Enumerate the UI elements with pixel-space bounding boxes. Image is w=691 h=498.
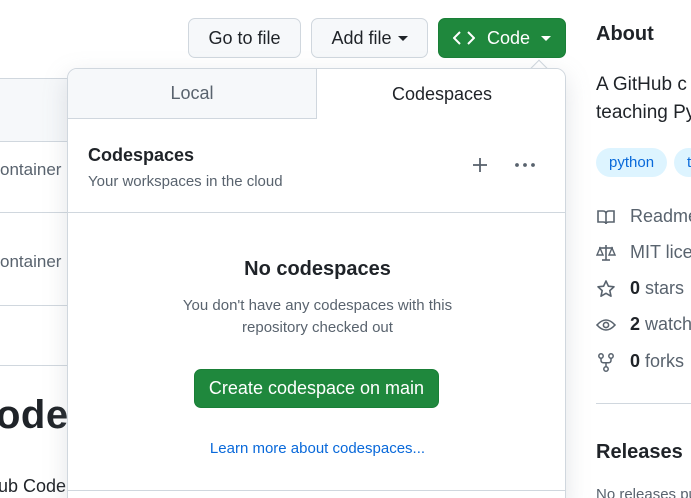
topic-tag[interactable]: t bbox=[674, 148, 691, 177]
tab-codespaces-label: Codespaces bbox=[391, 83, 493, 104]
learn-more-link[interactable]: Learn more about codespaces... bbox=[68, 440, 565, 457]
add-file-label: Add file bbox=[331, 27, 392, 48]
caret-down-icon[interactable] bbox=[541, 36, 551, 41]
stars-label: stars bbox=[645, 278, 685, 298]
more-options-button[interactable] bbox=[511, 151, 539, 179]
code-dropdown-panel: Local Codespaces Codespaces Your workspa… bbox=[67, 68, 566, 498]
readme-label: Readme bbox=[630, 206, 691, 226]
code-button[interactable]: Code bbox=[438, 18, 566, 58]
kebab-horizontal-icon bbox=[515, 163, 535, 167]
about-title: About bbox=[596, 23, 654, 45]
license-label: MIT lice bbox=[630, 242, 691, 262]
book-icon bbox=[597, 209, 615, 224]
create-codespace-label: Create codespace on main bbox=[208, 378, 425, 398]
about-desc-line: A GitHub c bbox=[596, 74, 687, 95]
stars-link[interactable]: 0 stars bbox=[596, 278, 684, 299]
empty-state-description: You don't have any codespaces with this … bbox=[182, 297, 453, 336]
empty-state-title: No codespaces bbox=[244, 258, 391, 280]
codespaces-subtitle: Your workspaces in the cloud bbox=[88, 173, 283, 190]
code-icon bbox=[453, 31, 475, 45]
eye-icon bbox=[596, 318, 616, 331]
readme-link[interactable]: Readme bbox=[596, 206, 691, 227]
law-icon bbox=[596, 244, 616, 261]
about-desc-line: teaching Py bbox=[596, 102, 691, 123]
tab-local[interactable]: Local bbox=[68, 69, 317, 119]
releases-title[interactable]: Releases bbox=[596, 441, 683, 464]
go-to-file-button[interactable]: Go to file bbox=[188, 18, 301, 58]
panel-bottom-divider bbox=[68, 490, 565, 491]
new-codespace-button[interactable] bbox=[466, 151, 494, 179]
learn-more-label: Learn more about codespaces... bbox=[209, 440, 426, 457]
about-description: A GitHub c teaching Py bbox=[596, 71, 691, 127]
go-to-file-label: Go to file bbox=[208, 27, 281, 48]
tab-codespaces[interactable]: Codespaces bbox=[317, 69, 565, 119]
star-icon bbox=[597, 279, 615, 297]
create-codespace-button[interactable]: Create codespace on main bbox=[194, 369, 439, 408]
codespaces-title: Codespaces bbox=[88, 145, 195, 165]
stars-count: 0 bbox=[630, 278, 641, 298]
plus-icon bbox=[473, 158, 487, 172]
add-file-button[interactable]: Add file bbox=[311, 18, 428, 58]
forks-link[interactable]: 0 forks bbox=[596, 351, 684, 372]
forks-count: 0 bbox=[630, 351, 641, 371]
watchers-count: 2 bbox=[630, 314, 641, 334]
dropdown-tabs: Local Codespaces bbox=[68, 69, 565, 119]
readme-text: ub Code bbox=[0, 476, 67, 496]
releases-text: No releases pu bbox=[596, 486, 691, 498]
watchers-label: watch bbox=[645, 314, 691, 334]
license-link[interactable]: MIT lice bbox=[596, 242, 691, 263]
tab-local-label: Local bbox=[170, 83, 214, 103]
sidebar-divider bbox=[596, 403, 691, 404]
topic-tag-python[interactable]: python bbox=[596, 148, 668, 177]
code-label: Code bbox=[487, 27, 531, 48]
forks-label: forks bbox=[645, 351, 685, 371]
readme-heading: ode bbox=[0, 393, 69, 437]
panel-divider bbox=[68, 212, 565, 213]
watchers-link[interactable]: 2 watch bbox=[596, 314, 691, 335]
caret-down-icon bbox=[397, 35, 408, 41]
fork-icon bbox=[598, 352, 614, 372]
